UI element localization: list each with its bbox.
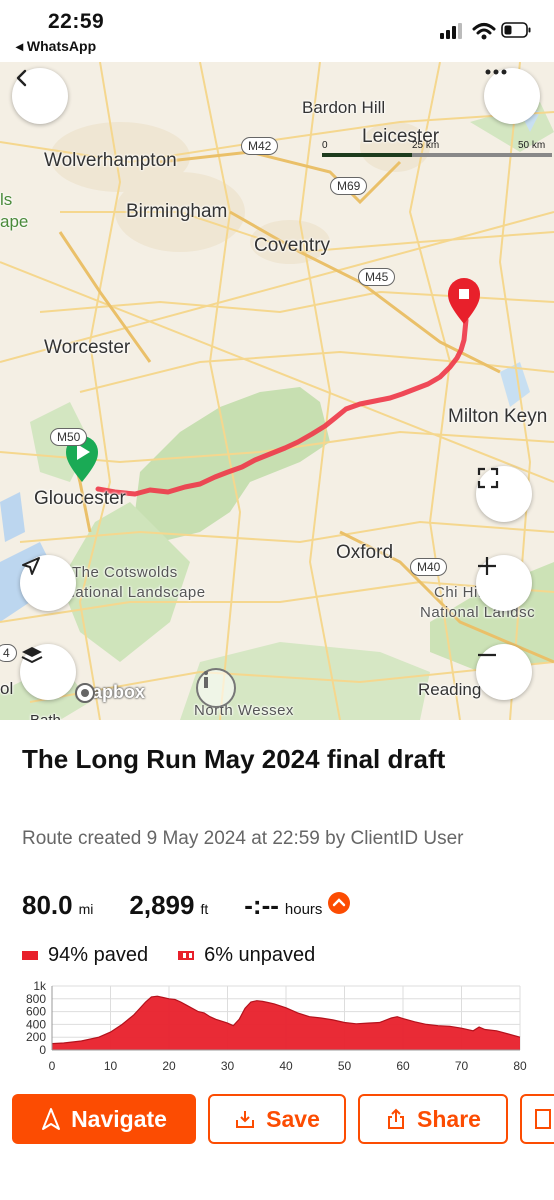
route-map[interactable]: Bardon Hill Leicester Wolverhampton Birm… — [0, 62, 554, 720]
elevation-value: 2,899 — [129, 890, 195, 920]
layers-icon — [21, 647, 43, 664]
route-meta: Route created 9 May 2024 at 22:59 by Cli… — [22, 828, 464, 849]
map-label-bardon-hill: Bardon Hill — [302, 98, 386, 117]
back-to-app-link[interactable]: ◂ WhatsApp — [16, 38, 96, 55]
road-badge-left-edge: 4 — [0, 644, 17, 662]
x-tick-label: 30 — [221, 1059, 235, 1073]
x-tick-label: 80 — [513, 1059, 527, 1073]
battery-icon — [501, 22, 531, 38]
map-layers-button[interactable] — [20, 644, 76, 700]
navigate-button[interactable]: Navigate — [12, 1094, 196, 1144]
map-info-button[interactable] — [196, 668, 236, 708]
share-label: Share — [417, 1105, 481, 1132]
map-label-gloucester: Gloucester — [34, 488, 126, 509]
map-label-left-edge-3: ol — [0, 679, 14, 698]
plus-icon — [478, 557, 496, 575]
x-tick-label: 60 — [396, 1059, 410, 1073]
unpaved-label: 6% unpaved — [204, 944, 316, 966]
home-indicator-area — [0, 1156, 554, 1200]
share-button[interactable]: Share — [358, 1094, 508, 1144]
unpaved-swatch — [178, 951, 195, 960]
end-pin-icon — [448, 278, 480, 324]
elevation-chart[interactable]: 02004006008001k0 10 20 30 40 50 60 70 80 — [0, 978, 554, 1078]
x-tick-label: 10 — [104, 1059, 118, 1073]
mapbox-logo-icon — [75, 683, 95, 703]
paved-swatch — [22, 951, 38, 960]
map-label-birmingham: Birmingham — [126, 201, 228, 222]
my-location-button[interactable] — [20, 555, 76, 611]
expand-icon — [477, 467, 499, 489]
x-tick-label: 20 — [162, 1059, 176, 1073]
fit-route-button[interactable] — [476, 466, 532, 522]
back-button[interactable] — [12, 68, 68, 124]
scale-start: 0 — [322, 140, 328, 151]
status-time: 22:59 — [48, 10, 105, 33]
location-arrow-icon — [22, 557, 40, 575]
signal-icon — [440, 23, 462, 39]
ellipsis-icon — [485, 69, 507, 75]
chevron-up-circle-icon — [328, 892, 351, 914]
scale-end: 50 km — [518, 140, 546, 151]
chevron-left-icon — [16, 69, 27, 87]
mapbox-attribution[interactable]: mapbox — [74, 682, 145, 703]
navigate-label: Navigate — [71, 1105, 167, 1132]
road-badge-m40: M40 — [410, 558, 448, 576]
map-label-left-edge-1: ls — [0, 190, 13, 209]
time-value: -:-- — [244, 890, 279, 920]
map-label-coventry: Coventry — [254, 235, 331, 256]
surface-legend: 94% paved 6% unpaved — [22, 944, 315, 967]
more-actions-button[interactable] — [520, 1094, 554, 1144]
x-tick-label: 0 — [49, 1059, 56, 1073]
y-tick-label: 0 — [39, 1043, 46, 1057]
x-tick-label: 70 — [455, 1059, 469, 1073]
route-stats: 80.0 mi 2,899 ft -:-- hours — [22, 890, 351, 930]
y-tick-label: 400 — [26, 1017, 46, 1031]
road-badge-m42: M42 — [241, 137, 279, 155]
zoom-out-button[interactable] — [476, 644, 532, 700]
y-tick-label: 800 — [26, 992, 46, 1006]
status-bar: 22:59 ◂ WhatsApp — [0, 0, 554, 62]
map-label-worcester: Worcester — [44, 337, 131, 358]
map-book-icon — [535, 1109, 551, 1129]
download-icon — [236, 1111, 255, 1128]
x-tick-label: 50 — [338, 1059, 352, 1073]
status-icons — [440, 20, 532, 47]
minus-icon — [478, 653, 496, 657]
paved-label: 94% paved — [48, 944, 149, 966]
save-button[interactable]: Save — [208, 1094, 346, 1144]
save-label: Save — [266, 1105, 320, 1132]
map-label-oxford: Oxford — [336, 542, 394, 563]
info-icon — [204, 671, 208, 688]
distance-unit: mi — [78, 901, 94, 917]
map-label-cotswolds-1: The Cotswolds — [72, 564, 178, 581]
map-label-milton-keynes: Milton Keyn — [448, 406, 548, 427]
road-badge-m69: M69 — [330, 177, 368, 195]
map-label-reading: Reading — [418, 680, 482, 699]
distance-value: 80.0 — [22, 890, 73, 920]
share-icon — [388, 1108, 405, 1129]
elevation-unit: ft — [200, 901, 209, 917]
x-tick-label: 40 — [279, 1059, 293, 1073]
time-expand-button[interactable] — [328, 892, 351, 919]
navigate-arrow-icon — [42, 1108, 61, 1130]
road-badge-m45: M45 — [358, 268, 396, 286]
y-tick-label: 200 — [26, 1030, 46, 1044]
y-tick-label: 1k — [33, 979, 47, 993]
map-label-cotswolds-2: National Landscape — [64, 584, 206, 601]
map-label-bottom-edge: Bath — [30, 712, 61, 720]
map-label-wolverhampton: Wolverhampton — [44, 150, 177, 171]
map-label-left-edge-2: ape — [0, 212, 29, 231]
route-title: The Long Run May 2024 final draft — [22, 744, 446, 774]
time-unit: hours — [284, 901, 323, 918]
more-options-button[interactable] — [484, 68, 540, 124]
wifi-icon — [472, 23, 496, 40]
zoom-in-button[interactable] — [476, 555, 532, 611]
scale-mid: 25 km — [412, 140, 440, 151]
y-tick-label: 600 — [26, 1005, 46, 1019]
road-badge-m50: M50 — [50, 428, 88, 446]
